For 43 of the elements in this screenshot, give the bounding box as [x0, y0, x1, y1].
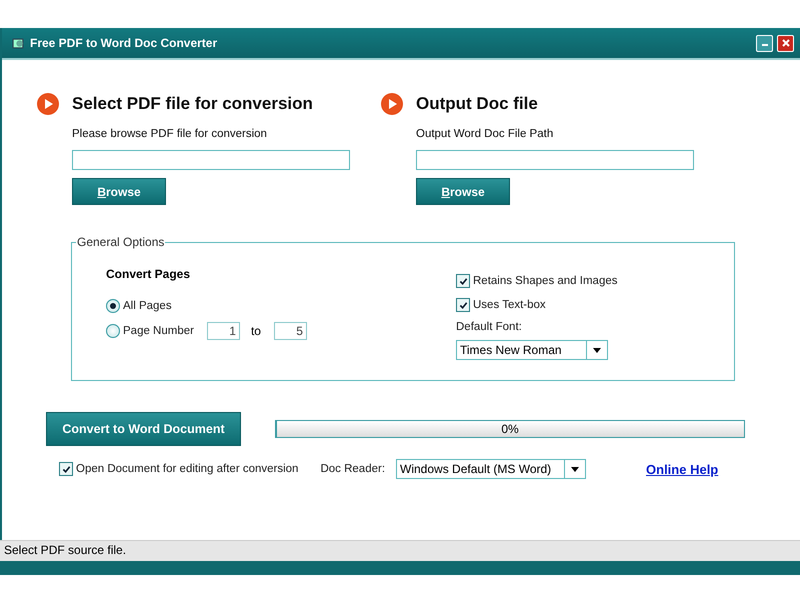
section-heading: Output Doc file: [416, 94, 538, 114]
to-label: to: [250, 324, 261, 338]
radio-label: All Pages: [123, 300, 172, 312]
caret-icon: [571, 466, 580, 472]
page-from-field[interactable]: 1: [206, 322, 240, 340]
checkmark-icon: [458, 276, 468, 286]
field-label: Output Word Doc File Path: [416, 128, 554, 140]
checkbox[interactable]: [456, 274, 470, 288]
caret-icon: [593, 348, 601, 352]
checkbox[interactable]: [59, 462, 73, 476]
checkbox-label: Retains Shapes and Images: [473, 275, 618, 287]
checkbox-label: Uses Text-box: [473, 299, 546, 311]
page-to-field[interactable]: 5: [274, 322, 307, 340]
convert-button[interactable]: Convert to Word Document: [46, 412, 241, 446]
play-icon: [380, 92, 404, 116]
browse-button[interactable]: Browse: [416, 178, 510, 205]
radio-button[interactable]: [106, 324, 120, 338]
close-icon: [780, 38, 790, 48]
file-path-field[interactable]: [416, 150, 694, 170]
font-dropdown[interactable]: Times New Roman: [456, 340, 608, 360]
doc-reader-dropdown[interactable]: Windows Default (MS Word): [396, 459, 586, 479]
play-icon: [36, 92, 60, 116]
radio-label: Page Number: [123, 324, 194, 336]
checkbox-label: Open Document for editing after conversion: [76, 463, 298, 475]
online-help-link[interactable]: Online Help: [646, 462, 718, 476]
field-label: Please browse PDF file for conversion: [72, 128, 267, 140]
browse-button[interactable]: Browse: [72, 178, 166, 205]
checkmark-icon: [62, 464, 70, 474]
checkmark-icon: [458, 300, 468, 310]
field-label: Doc Reader:: [320, 463, 386, 475]
group-title: General Options: [76, 235, 166, 249]
section-label: Convert Pages: [106, 267, 192, 281]
progress-text: 0%: [501, 422, 519, 436]
minimize-button[interactable]: [756, 34, 773, 52]
field-label: Default Font:: [456, 321, 522, 333]
file-path-field[interactable]: [72, 150, 350, 170]
status-bar: Select PDF source file.: [0, 540, 800, 561]
window-title: Free PDF to Word Doc Converter: [30, 36, 218, 50]
checkbox[interactable]: [456, 298, 470, 312]
app-icon: [12, 36, 25, 50]
section-heading: Select PDF file for conversion: [72, 94, 313, 114]
close-button[interactable]: [777, 34, 794, 52]
radio-button[interactable]: [106, 298, 120, 312]
